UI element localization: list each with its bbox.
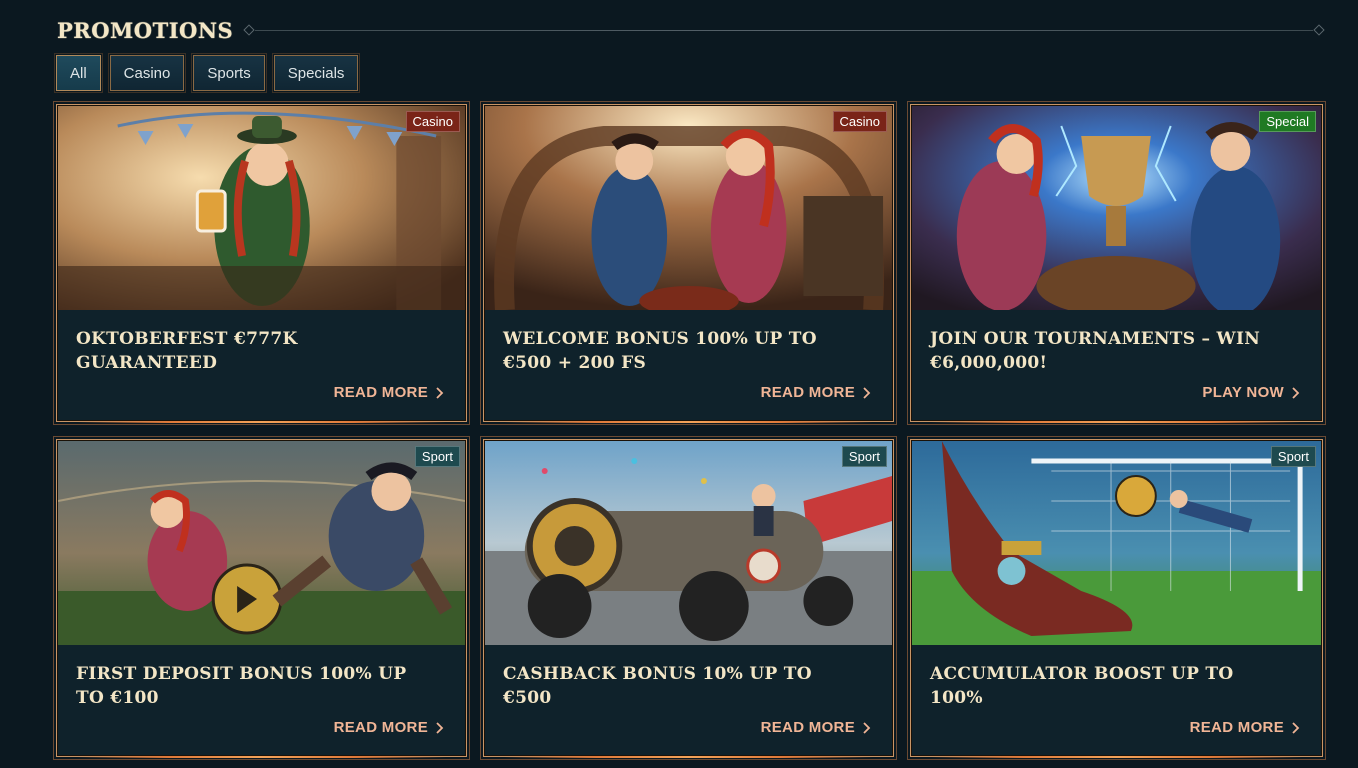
promo-card-first-deposit[interactable]: Sport FIRST DEPOSIT BONUS 100% UP TO €10… — [53, 436, 470, 760]
chevron-right-icon — [1292, 721, 1300, 734]
cta-label: READ MORE — [760, 719, 855, 736]
filter-casino-button[interactable]: Casino — [107, 53, 187, 93]
cta-label: READ MORE — [760, 384, 855, 401]
promotions-grid: Casino OKTOBERFEST €777K GUARANTEED READ… — [53, 101, 1326, 760]
filter-specials-button[interactable]: Specials — [271, 53, 361, 93]
category-badge: Sport — [841, 446, 887, 467]
read-more-link[interactable]: READ MORE — [334, 384, 444, 401]
football-players-illustration — [58, 441, 465, 645]
chevron-right-icon — [436, 386, 444, 399]
read-more-link[interactable]: READ MORE — [1190, 719, 1300, 736]
promo-title: CASHBACK BONUS 10% UP TO €500 — [503, 664, 812, 708]
filter-sports-button[interactable]: Sports — [191, 53, 267, 93]
page-title: PROMOTIONS — [57, 17, 234, 43]
oktoberfest-illustration — [58, 106, 465, 310]
category-badge: Casino — [832, 111, 887, 132]
tournament-trophy-illustration — [912, 106, 1321, 310]
filter-all-button[interactable]: All — [54, 53, 103, 93]
goal-kick-illustration — [912, 441, 1321, 645]
chevron-right-icon — [436, 721, 444, 734]
category-badge: Special — [1259, 111, 1316, 132]
page-header: PROMOTIONS — [57, 14, 1325, 46]
divider-diamond-left — [243, 24, 255, 36]
promo-title: JOIN OUR TOURNAMENTS – WIN €6,000,000! — [930, 329, 1261, 373]
chevron-right-icon — [863, 721, 871, 734]
divider-diamond-right — [1313, 24, 1325, 36]
promo-title: ACCUMULATOR BOOST UP TO 100% — [930, 664, 1234, 708]
casino-welcome-illustration — [485, 106, 892, 310]
race-car-illustration — [485, 441, 892, 645]
cta-label: READ MORE — [333, 384, 428, 401]
cta-label: READ MORE — [333, 719, 428, 736]
category-badge: Sport — [414, 446, 460, 467]
play-now-link[interactable]: PLAY NOW — [1202, 384, 1300, 401]
title-divider — [255, 29, 1313, 31]
promo-card-welcome-bonus[interactable]: Casino WELCOME BONUS 100% UP TO €500 + 2… — [480, 101, 897, 425]
promo-card-tournaments[interactable]: Special JOIN OUR TOURNAMENTS – WIN €6,00… — [907, 101, 1326, 425]
cta-label: PLAY NOW — [1202, 384, 1284, 401]
read-more-link[interactable]: READ MORE — [761, 719, 871, 736]
promo-title: WELCOME BONUS 100% UP TO €500 + 200 FS — [503, 329, 817, 373]
read-more-link[interactable]: READ MORE — [761, 384, 871, 401]
filter-bar: All Casino Sports Specials — [54, 53, 361, 93]
read-more-link[interactable]: READ MORE — [334, 719, 444, 736]
promo-card-accumulator[interactable]: Sport ACCUMULATOR BOOST UP TO 100% READ … — [907, 436, 1326, 760]
promo-card-oktoberfest[interactable]: Casino OKTOBERFEST €777K GUARANTEED READ… — [53, 101, 470, 425]
promo-title: FIRST DEPOSIT BONUS 100% UP TO €100 — [76, 664, 407, 708]
category-badge: Casino — [405, 111, 460, 132]
chevron-right-icon — [1292, 386, 1300, 399]
promo-title: OKTOBERFEST €777K GUARANTEED — [76, 329, 298, 373]
promo-card-cashback[interactable]: Sport CASHBACK BONUS 10% UP TO €500 READ… — [480, 436, 897, 760]
category-badge: Sport — [1270, 446, 1316, 467]
chevron-right-icon — [863, 386, 871, 399]
cta-label: READ MORE — [1189, 719, 1284, 736]
